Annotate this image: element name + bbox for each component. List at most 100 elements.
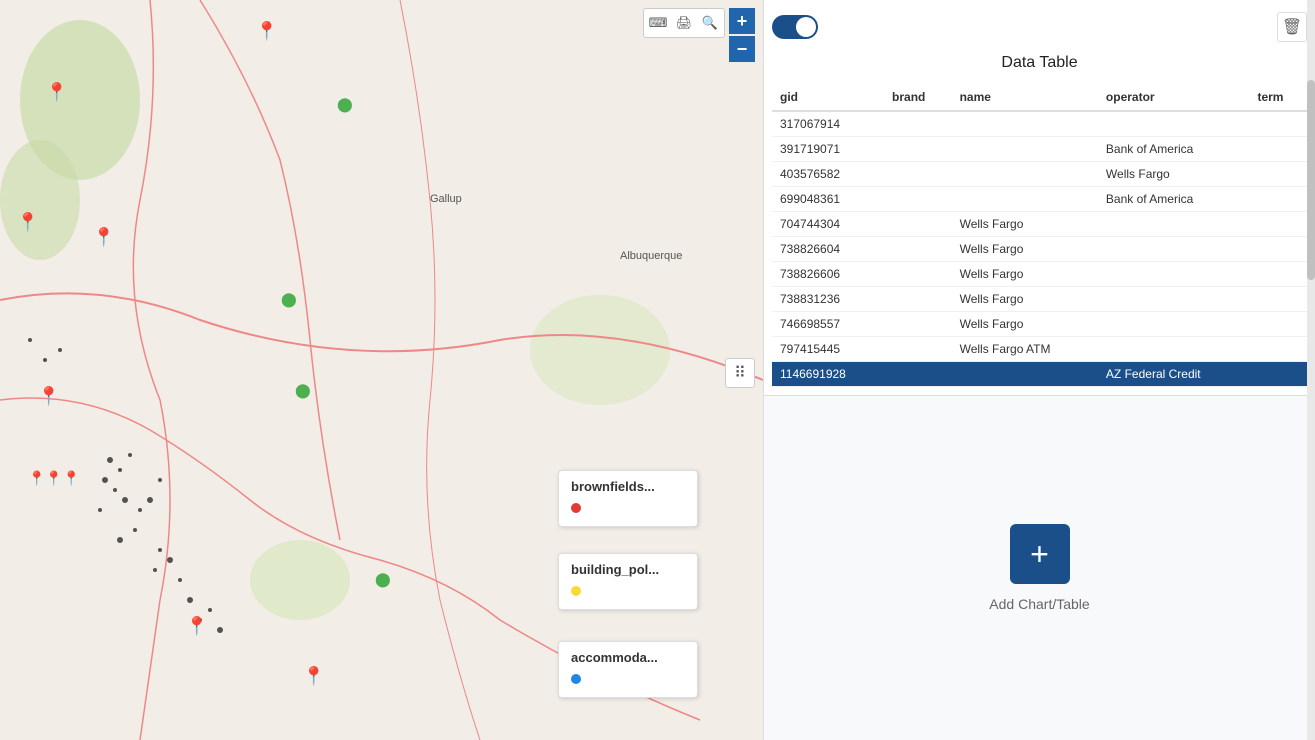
map-toolbar: ⌨ 🖨 🔍 bbox=[643, 8, 725, 38]
data-table-header-row: 🗑 bbox=[772, 12, 1307, 42]
col-header-name: name bbox=[952, 84, 1098, 111]
map-marker-green-2: ⬤ bbox=[281, 291, 297, 308]
table-row: 1146691928 AZ Federal Credit bbox=[772, 362, 1307, 387]
data-table-section: 🗑 Data Table gid brand name operator ter… bbox=[764, 0, 1315, 396]
col-header-gid: gid bbox=[772, 84, 884, 111]
map-marker-blue-2: 📍 bbox=[17, 212, 39, 233]
table-row: 746698557Wells Fargo bbox=[772, 312, 1307, 337]
cell-operator: Bank of America bbox=[1098, 187, 1250, 212]
cell-gid: 704744304 bbox=[772, 212, 884, 237]
plus-icon: + bbox=[1030, 536, 1049, 573]
grid-btn[interactable]: ⠿ bbox=[725, 358, 755, 388]
legend-dot-brownfields bbox=[571, 503, 581, 513]
cell-name: Wells Fargo ATM bbox=[952, 337, 1098, 362]
cell-term bbox=[1249, 187, 1307, 212]
legend-accommoda: accommoda... bbox=[558, 641, 698, 698]
cell-term bbox=[1249, 111, 1307, 137]
data-table: gid brand name operator term 31706791439… bbox=[772, 84, 1307, 387]
scrollbar[interactable] bbox=[1307, 0, 1315, 740]
table-row: 704744304 Wells Fargo bbox=[772, 212, 1307, 237]
cell-name: Wells Fargo bbox=[952, 287, 1098, 312]
cell-gid: 391719071 bbox=[772, 137, 884, 162]
right-panel: 🗑 Data Table gid brand name operator ter… bbox=[763, 0, 1315, 740]
cell-operator bbox=[1098, 312, 1250, 337]
cell-brand bbox=[884, 212, 952, 237]
city-label-gallup: Gallup bbox=[430, 193, 462, 205]
map-marker-cluster: 📍📍📍 bbox=[28, 470, 80, 487]
zoom-out-btn[interactable]: − bbox=[729, 36, 755, 62]
cell-operator bbox=[1098, 287, 1250, 312]
cell-name: Wells Fargo bbox=[952, 237, 1098, 262]
scrollbar-thumb[interactable] bbox=[1307, 80, 1315, 280]
cell-name bbox=[952, 111, 1098, 137]
delete-button[interactable]: 🗑 bbox=[1277, 12, 1307, 42]
map-marker-green-4: ⬤ bbox=[375, 571, 391, 588]
cell-operator bbox=[1098, 337, 1250, 362]
add-chart-label: Add Chart/Table bbox=[989, 596, 1089, 612]
toggle-switch[interactable] bbox=[772, 15, 818, 39]
cell-name bbox=[952, 162, 1098, 187]
toggle-knob bbox=[796, 17, 816, 37]
data-table-title: Data Table bbox=[772, 54, 1307, 72]
cell-brand bbox=[884, 362, 952, 387]
cell-term bbox=[1249, 312, 1307, 337]
cell-name: Wells Fargo bbox=[952, 212, 1098, 237]
table-row: 699048361 Bank of America bbox=[772, 187, 1307, 212]
legend-building: building_pol... bbox=[558, 553, 698, 610]
cell-name: Wells Fargo bbox=[952, 312, 1098, 337]
legend-title-building: building_pol... bbox=[571, 562, 685, 577]
table-row: 403576582 Wells Fargo bbox=[772, 162, 1307, 187]
table-row: 391719071 Bank of America bbox=[772, 137, 1307, 162]
cell-gid: 1146691928 bbox=[772, 362, 884, 387]
map-marker-pink-1: 📍 bbox=[256, 21, 278, 42]
city-label-albuquerque: Albuquerque bbox=[620, 250, 682, 262]
cell-term bbox=[1249, 362, 1307, 387]
cell-brand bbox=[884, 137, 952, 162]
cell-name bbox=[952, 187, 1098, 212]
col-header-brand: brand bbox=[884, 84, 952, 111]
cell-operator: AZ Federal Credit bbox=[1098, 362, 1250, 387]
print-btn[interactable]: 🖨 bbox=[672, 11, 696, 35]
map-marker-green-1: ⬤ bbox=[337, 96, 353, 113]
cell-gid: 403576582 bbox=[772, 162, 884, 187]
cell-term bbox=[1249, 137, 1307, 162]
keyboard-btn[interactable]: ⌨ bbox=[646, 11, 670, 35]
cell-operator bbox=[1098, 111, 1250, 137]
cell-operator bbox=[1098, 237, 1250, 262]
cell-name: Wells Fargo bbox=[952, 262, 1098, 287]
table-row: 738831236 Wells Fargo bbox=[772, 287, 1307, 312]
cell-operator bbox=[1098, 262, 1250, 287]
map-container[interactable]: Gallup Albuquerque 📍 📍 📍 📍 📍📍📍 📍 📍 📍 ⬤ ⬤… bbox=[0, 0, 763, 740]
table-row: 317067914 bbox=[772, 111, 1307, 137]
cell-brand bbox=[884, 262, 952, 287]
zoom-in-btn[interactable]: + bbox=[729, 8, 755, 34]
cell-brand bbox=[884, 312, 952, 337]
zoom-controls: + − bbox=[729, 8, 755, 62]
cell-operator: Wells Fargo bbox=[1098, 162, 1250, 187]
map-marker-pink-2: 📍 bbox=[93, 227, 115, 248]
map-marker-blue-3: 📍 bbox=[186, 616, 208, 637]
cell-term bbox=[1249, 162, 1307, 187]
legend-title-brownfields: brownfields... bbox=[571, 479, 685, 494]
cell-term bbox=[1249, 262, 1307, 287]
legend-dot-accommoda bbox=[571, 674, 581, 684]
col-header-term: term bbox=[1249, 84, 1307, 111]
cell-gid: 317067914 bbox=[772, 111, 884, 137]
add-chart-button[interactable]: + bbox=[1010, 524, 1070, 584]
cell-gid: 699048361 bbox=[772, 187, 884, 212]
cell-term bbox=[1249, 337, 1307, 362]
map-marker-green-3: ⬤ bbox=[295, 382, 311, 399]
map-marker-pink-4: 📍 bbox=[303, 666, 325, 687]
table-row: 738826604 Wells Fargo bbox=[772, 237, 1307, 262]
table-header-row: gid brand name operator term bbox=[772, 84, 1307, 111]
cell-brand bbox=[884, 187, 952, 212]
cell-gid: 738831236 bbox=[772, 287, 884, 312]
search-btn[interactable]: 🔍 bbox=[698, 11, 722, 35]
cell-term bbox=[1249, 212, 1307, 237]
cell-gid: 738826604 bbox=[772, 237, 884, 262]
legend-brownfields: brownfields... bbox=[558, 470, 698, 527]
cell-operator: Bank of America bbox=[1098, 137, 1250, 162]
cell-brand bbox=[884, 162, 952, 187]
col-header-operator: operator bbox=[1098, 84, 1250, 111]
legend-dot-building bbox=[571, 586, 581, 596]
